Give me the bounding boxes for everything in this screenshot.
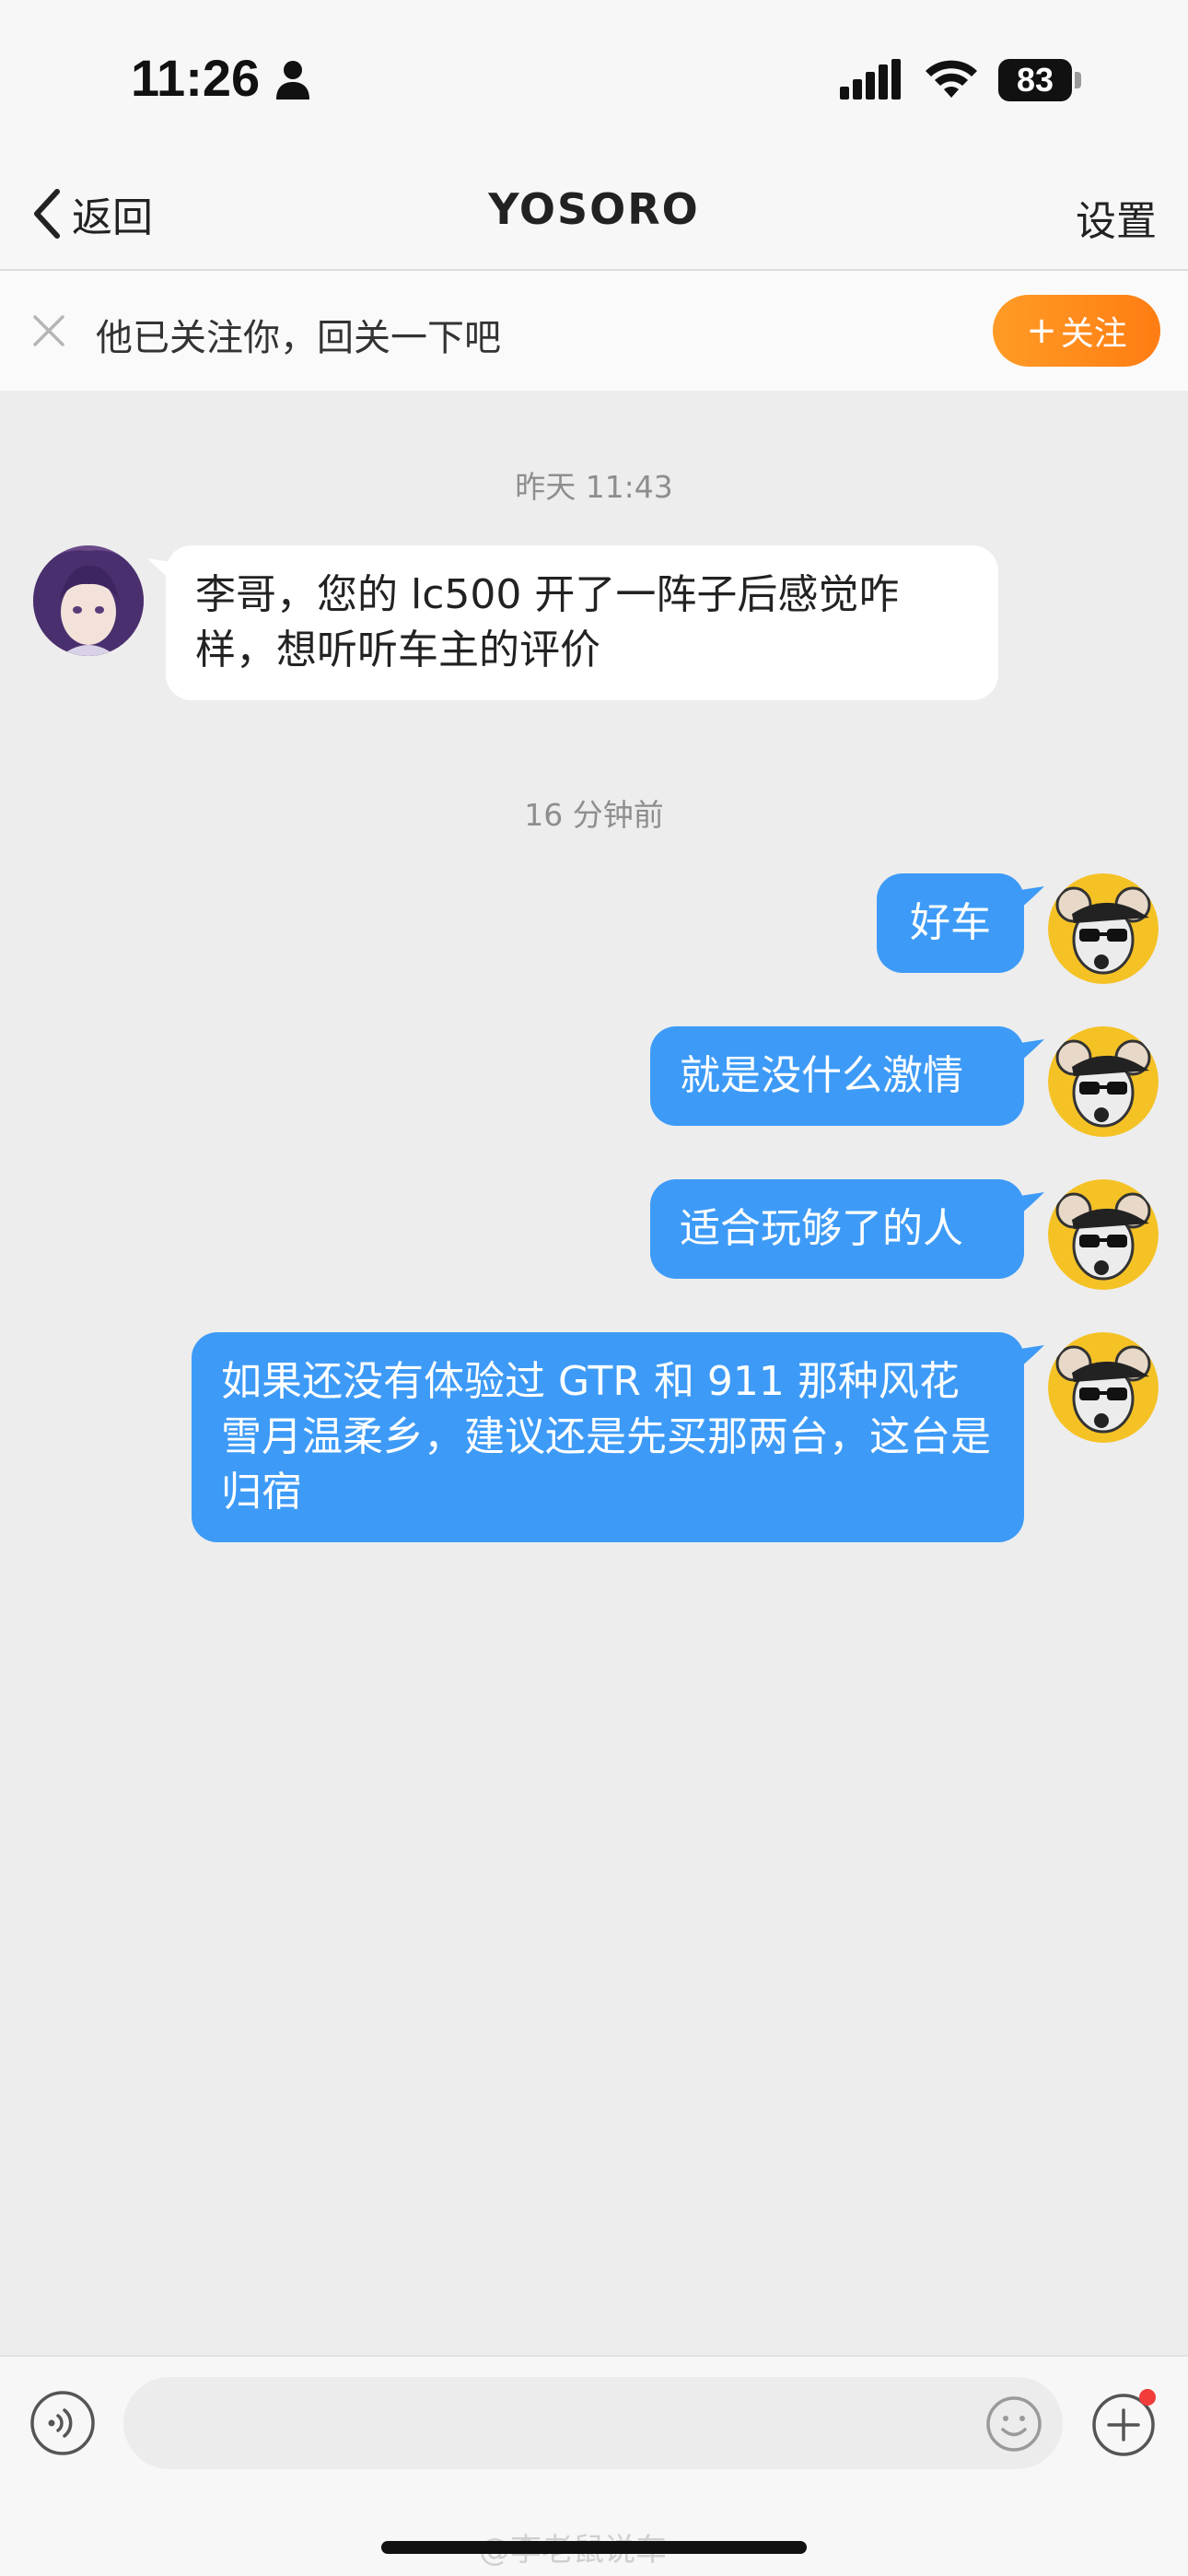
plus-icon: +	[1026, 310, 1057, 352]
outgoing-message-bubble[interactable]: 好车	[877, 873, 1024, 973]
battery-level: 83	[998, 59, 1072, 101]
mouse-avatar-icon	[1048, 1026, 1159, 1137]
navigation-bar: YOSORO 返回 设置	[0, 157, 1188, 271]
chevron-left-icon	[34, 189, 60, 239]
message-timestamp: 16 分钟前	[524, 797, 664, 833]
voice-input-icon[interactable]	[29, 2390, 96, 2456]
bubble-tail	[1020, 1039, 1044, 1061]
bubble-tail	[1020, 1345, 1044, 1367]
person-icon	[276, 61, 309, 100]
contact-avatar[interactable]	[33, 545, 144, 656]
follow-back-prompt: 他已关注你，回关一下吧	[96, 317, 501, 359]
close-icon[interactable]	[31, 313, 66, 348]
my-avatar[interactable]	[1048, 873, 1159, 984]
back-button[interactable]: 返回	[31, 181, 153, 247]
mouse-avatar-icon	[1048, 1332, 1159, 1443]
wifi-icon	[926, 60, 977, 98]
settings-button[interactable]: 设置	[1076, 188, 1157, 247]
my-avatar[interactable]	[1048, 1332, 1159, 1443]
my-avatar[interactable]	[1048, 1026, 1159, 1137]
add-attachment-icon[interactable]	[1090, 2388, 1160, 2458]
anime-avatar-icon	[33, 545, 144, 656]
outgoing-message-bubble[interactable]: 适合玩够了的人	[650, 1179, 1024, 1279]
outgoing-message-bubble[interactable]: 如果还没有体验过 GTR 和 911 那种风花雪月温柔乡，建议还是先买那两台，这…	[192, 1332, 1024, 1542]
message-input[interactable]	[123, 2377, 1063, 2469]
my-avatar[interactable]	[1048, 1179, 1159, 1290]
incoming-message-bubble[interactable]: 李哥，您的 lc500 开了一阵子后感觉咋样，想听听车主的评价	[166, 545, 998, 700]
cellular-signal-icon	[840, 59, 901, 100]
mouse-avatar-icon	[1048, 873, 1159, 984]
follow-button-label: 关注	[1060, 315, 1127, 353]
bubble-tail	[1020, 886, 1044, 908]
outgoing-message-bubble[interactable]: 就是没什么激情	[650, 1026, 1024, 1126]
follow-button[interactable]: + 关注	[993, 295, 1160, 367]
mouse-avatar-icon	[1048, 1179, 1159, 1290]
battery-tip	[1075, 72, 1081, 88]
status-time: 11:26	[131, 49, 261, 107]
bubble-tail	[1020, 1192, 1044, 1214]
battery-indicator: 83	[998, 59, 1081, 101]
message-timestamp: 昨天 11:43	[515, 469, 673, 505]
chat-title: YOSORO	[488, 184, 700, 234]
back-label: 返回	[72, 194, 153, 241]
emoji-icon[interactable]	[985, 2395, 1042, 2453]
home-indicator[interactable]	[381, 2541, 807, 2554]
status-bar: 11:26 83	[0, 0, 1188, 157]
